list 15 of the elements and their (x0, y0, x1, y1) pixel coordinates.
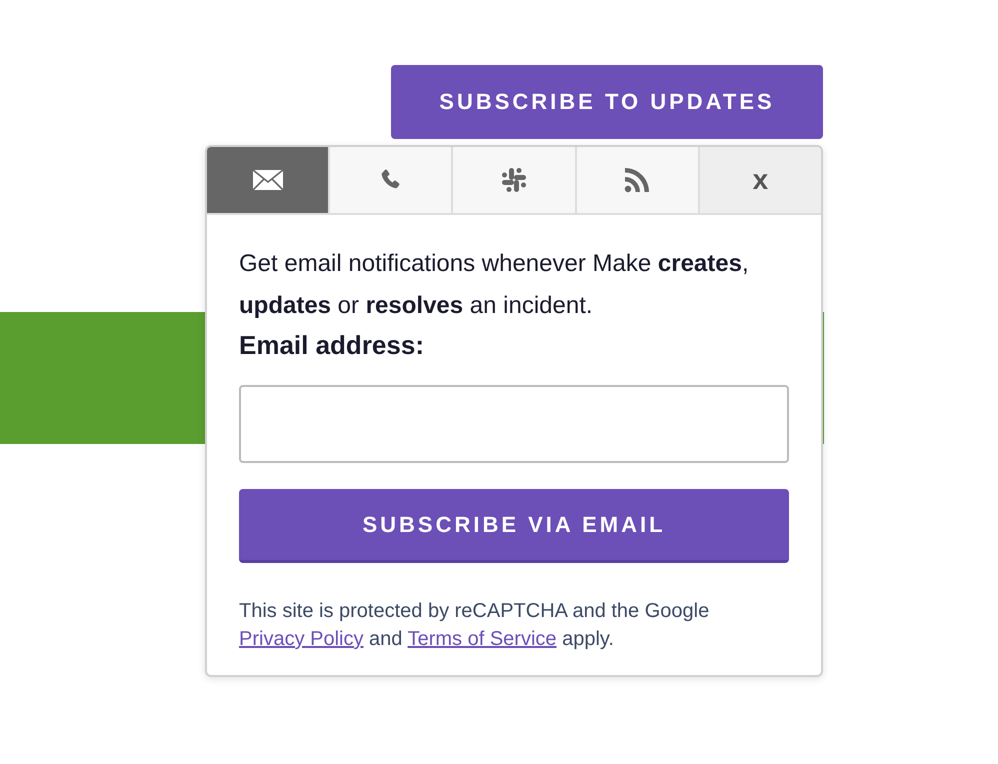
field-label: Email address: (239, 329, 425, 362)
policy-link[interactable]: Privacy Policy (239, 628, 364, 650)
email-input-field[interactable] (239, 385, 789, 463)
rss-tab[interactable] (574, 147, 698, 213)
subscribe-email-button[interactable]: SUBSCRIBE VIA EMAIL (239, 489, 789, 563)
policy-link[interactable]: Terms of Service (408, 628, 557, 650)
envelope-icon (252, 169, 284, 191)
rss-icon (624, 167, 650, 193)
recaptcha-notice: This site is protected by reCAPTCHA and the Google Privacy Policy and Terms of Service apply. (239, 599, 710, 652)
slack-tab[interactable] (451, 147, 575, 213)
subscribe-button[interactable]: SUBSCRIBE TO UPDATES (391, 65, 823, 139)
close-tab[interactable]: x (698, 147, 821, 213)
email-tab[interactable] (207, 147, 328, 213)
description-text: Get email notifications whenever Make creates, updates or resolves an incident. (239, 249, 750, 321)
hash-icon (500, 166, 528, 194)
